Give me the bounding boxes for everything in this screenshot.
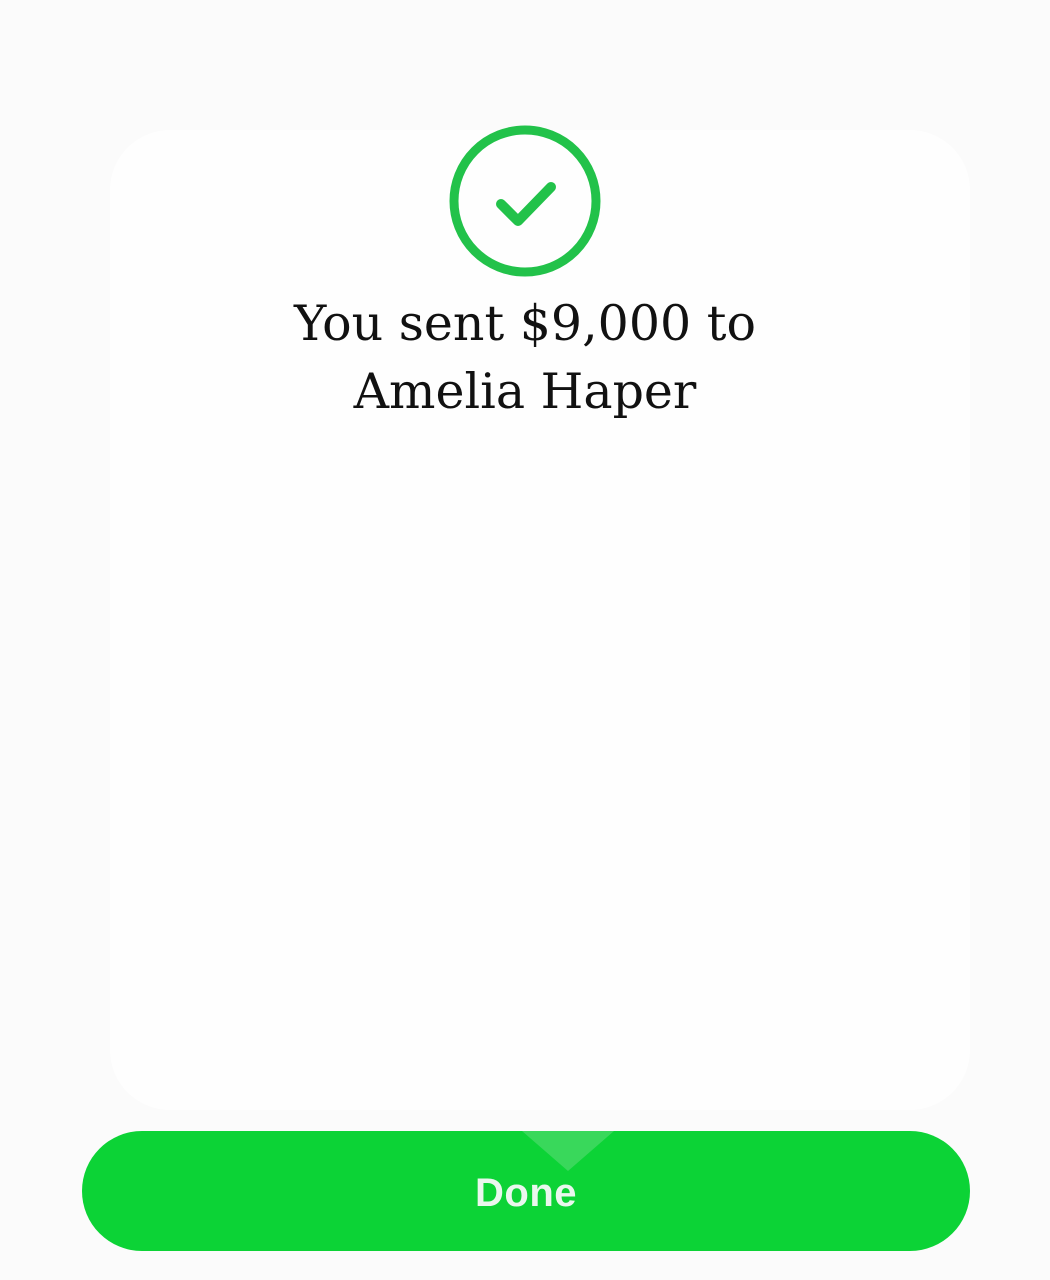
check-circle-icon (447, 125, 603, 277)
confirmation-amount-line: You sent $9,000 to (294, 295, 756, 352)
done-button-label: Done (475, 1170, 577, 1215)
payment-confirmation-screen: You sent $9,000 to Amelia Haper Done (0, 0, 1050, 1280)
button-highlight (522, 1131, 614, 1171)
recipient-name: Amelia Haper (353, 363, 697, 420)
confirmation-message: You sent $9,000 to Amelia Haper (0, 290, 1050, 426)
done-button[interactable]: Done (82, 1131, 970, 1251)
background-panel (110, 130, 970, 1110)
